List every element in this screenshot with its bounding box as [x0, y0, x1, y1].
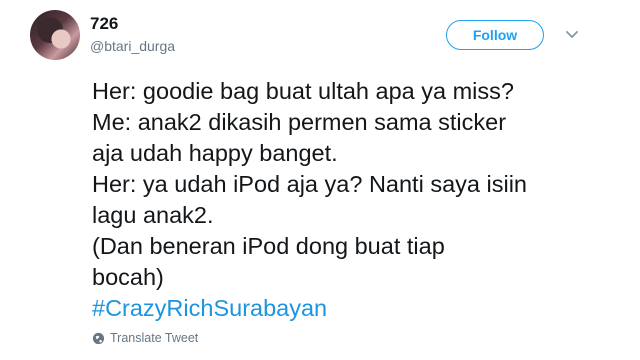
tweet-line: Her: ya udah iPod aja ya? Nanti saya isi… — [92, 171, 527, 197]
tweet-text: Her: goodie bag buat ultah apa ya miss? … — [92, 76, 612, 324]
tweet-line: bocah) — [92, 264, 164, 290]
avatar[interactable] — [30, 10, 80, 60]
follow-button[interactable]: Follow — [446, 20, 544, 50]
chevron-down-icon[interactable] — [564, 28, 580, 42]
tweet-line: aja udah happy banget. — [92, 140, 338, 166]
tweet-line: Me: anak2 dikasih permen sama sticker — [92, 109, 507, 135]
user-handle[interactable]: @btari_durga — [90, 38, 175, 54]
translate-label: Translate Tweet — [110, 331, 199, 345]
display-name[interactable]: 726 — [90, 14, 118, 34]
translate-tweet-link[interactable]: Translate Tweet — [92, 331, 198, 345]
tweet-line: (Dan beneran iPod dong buat tiap — [92, 233, 445, 259]
globe-icon — [92, 332, 105, 344]
tweet-line: Her: goodie bag buat ultah apa ya miss? — [92, 78, 514, 104]
hashtag-link[interactable]: #CrazyRichSurabayan — [92, 293, 612, 324]
tweet-line: lagu anak2. — [92, 202, 214, 228]
